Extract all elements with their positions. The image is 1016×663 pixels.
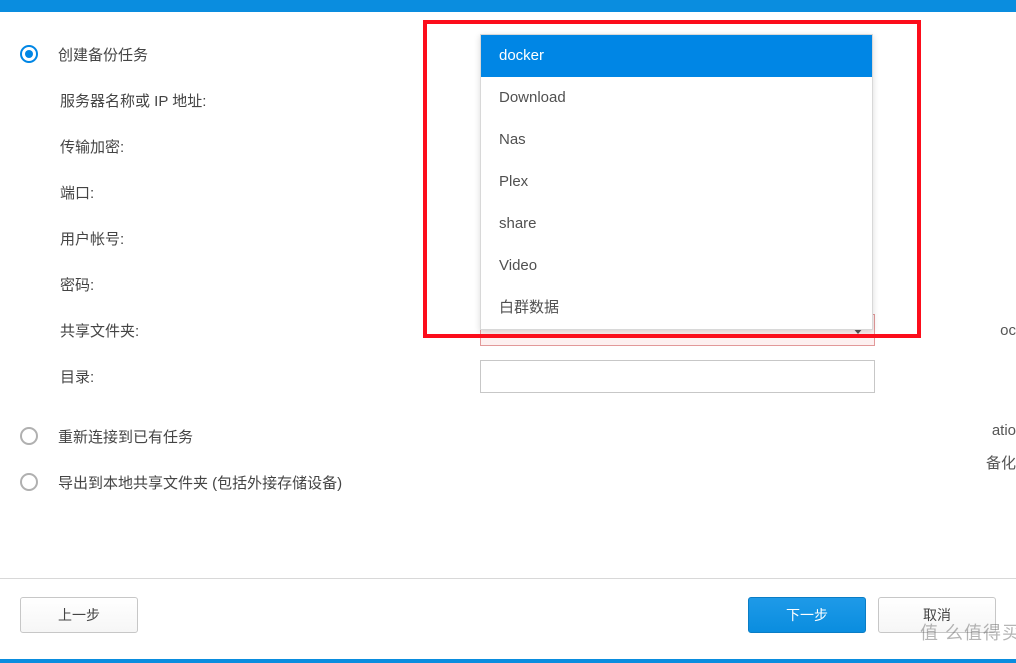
radio-unselected-icon: [20, 473, 38, 491]
encryption-label: 传输加密:: [60, 136, 480, 157]
window-titlebar: [0, 0, 1016, 12]
dropdown-item-docker[interactable]: docker: [481, 35, 872, 77]
server-address-label: 服务器名称或 IP 地址:: [60, 90, 480, 111]
radio-unselected-icon: [20, 427, 38, 445]
dropdown-item-plex[interactable]: Plex: [481, 161, 872, 203]
next-button[interactable]: 下一步: [748, 597, 866, 633]
watermark-text: 值 么值得买: [920, 619, 1016, 645]
directory-input[interactable]: [480, 360, 875, 393]
dropdown-item-baiqun[interactable]: 白群数据: [481, 287, 872, 329]
password-label: 密码:: [60, 274, 480, 295]
dialog-body: oc atio 备化 创建备份任务 服务器名称或 IP 地址: 传输加密: 端口…: [0, 12, 1016, 578]
radio-label: 创建备份任务: [58, 44, 148, 65]
bg-text-1: oc: [1000, 322, 1016, 339]
dropdown-item-video[interactable]: Video: [481, 245, 872, 287]
radio-relink-existing-task[interactable]: 重新连接到已有任务: [20, 424, 996, 448]
bg-text-2: atio: [992, 422, 1016, 439]
radio-label: 导出到本地共享文件夹 (包括外接存储设备): [58, 472, 342, 493]
shared-folder-dropdown: docker Download Nas Plex share Video 白群数…: [480, 34, 873, 330]
port-label: 端口:: [60, 182, 480, 203]
radio-label: 重新连接到已有任务: [58, 426, 193, 447]
bottom-accent-line: [0, 659, 1016, 663]
dropdown-item-download[interactable]: Download: [481, 77, 872, 119]
radio-selected-icon: [20, 45, 38, 63]
prev-button[interactable]: 上一步: [20, 597, 138, 633]
dropdown-item-share[interactable]: share: [481, 203, 872, 245]
directory-label: 目录:: [60, 366, 480, 387]
bg-text-3: 备化: [986, 452, 1016, 473]
username-label: 用户帐号:: [60, 228, 480, 249]
dropdown-item-nas[interactable]: Nas: [481, 119, 872, 161]
row-directory: 目录:: [20, 364, 996, 388]
dialog-footer: 上一步 下一步 取消: [0, 578, 1016, 650]
shared-folder-label: 共享文件夹:: [60, 320, 480, 341]
radio-export-local-folder[interactable]: 导出到本地共享文件夹 (包括外接存储设备): [20, 470, 996, 494]
